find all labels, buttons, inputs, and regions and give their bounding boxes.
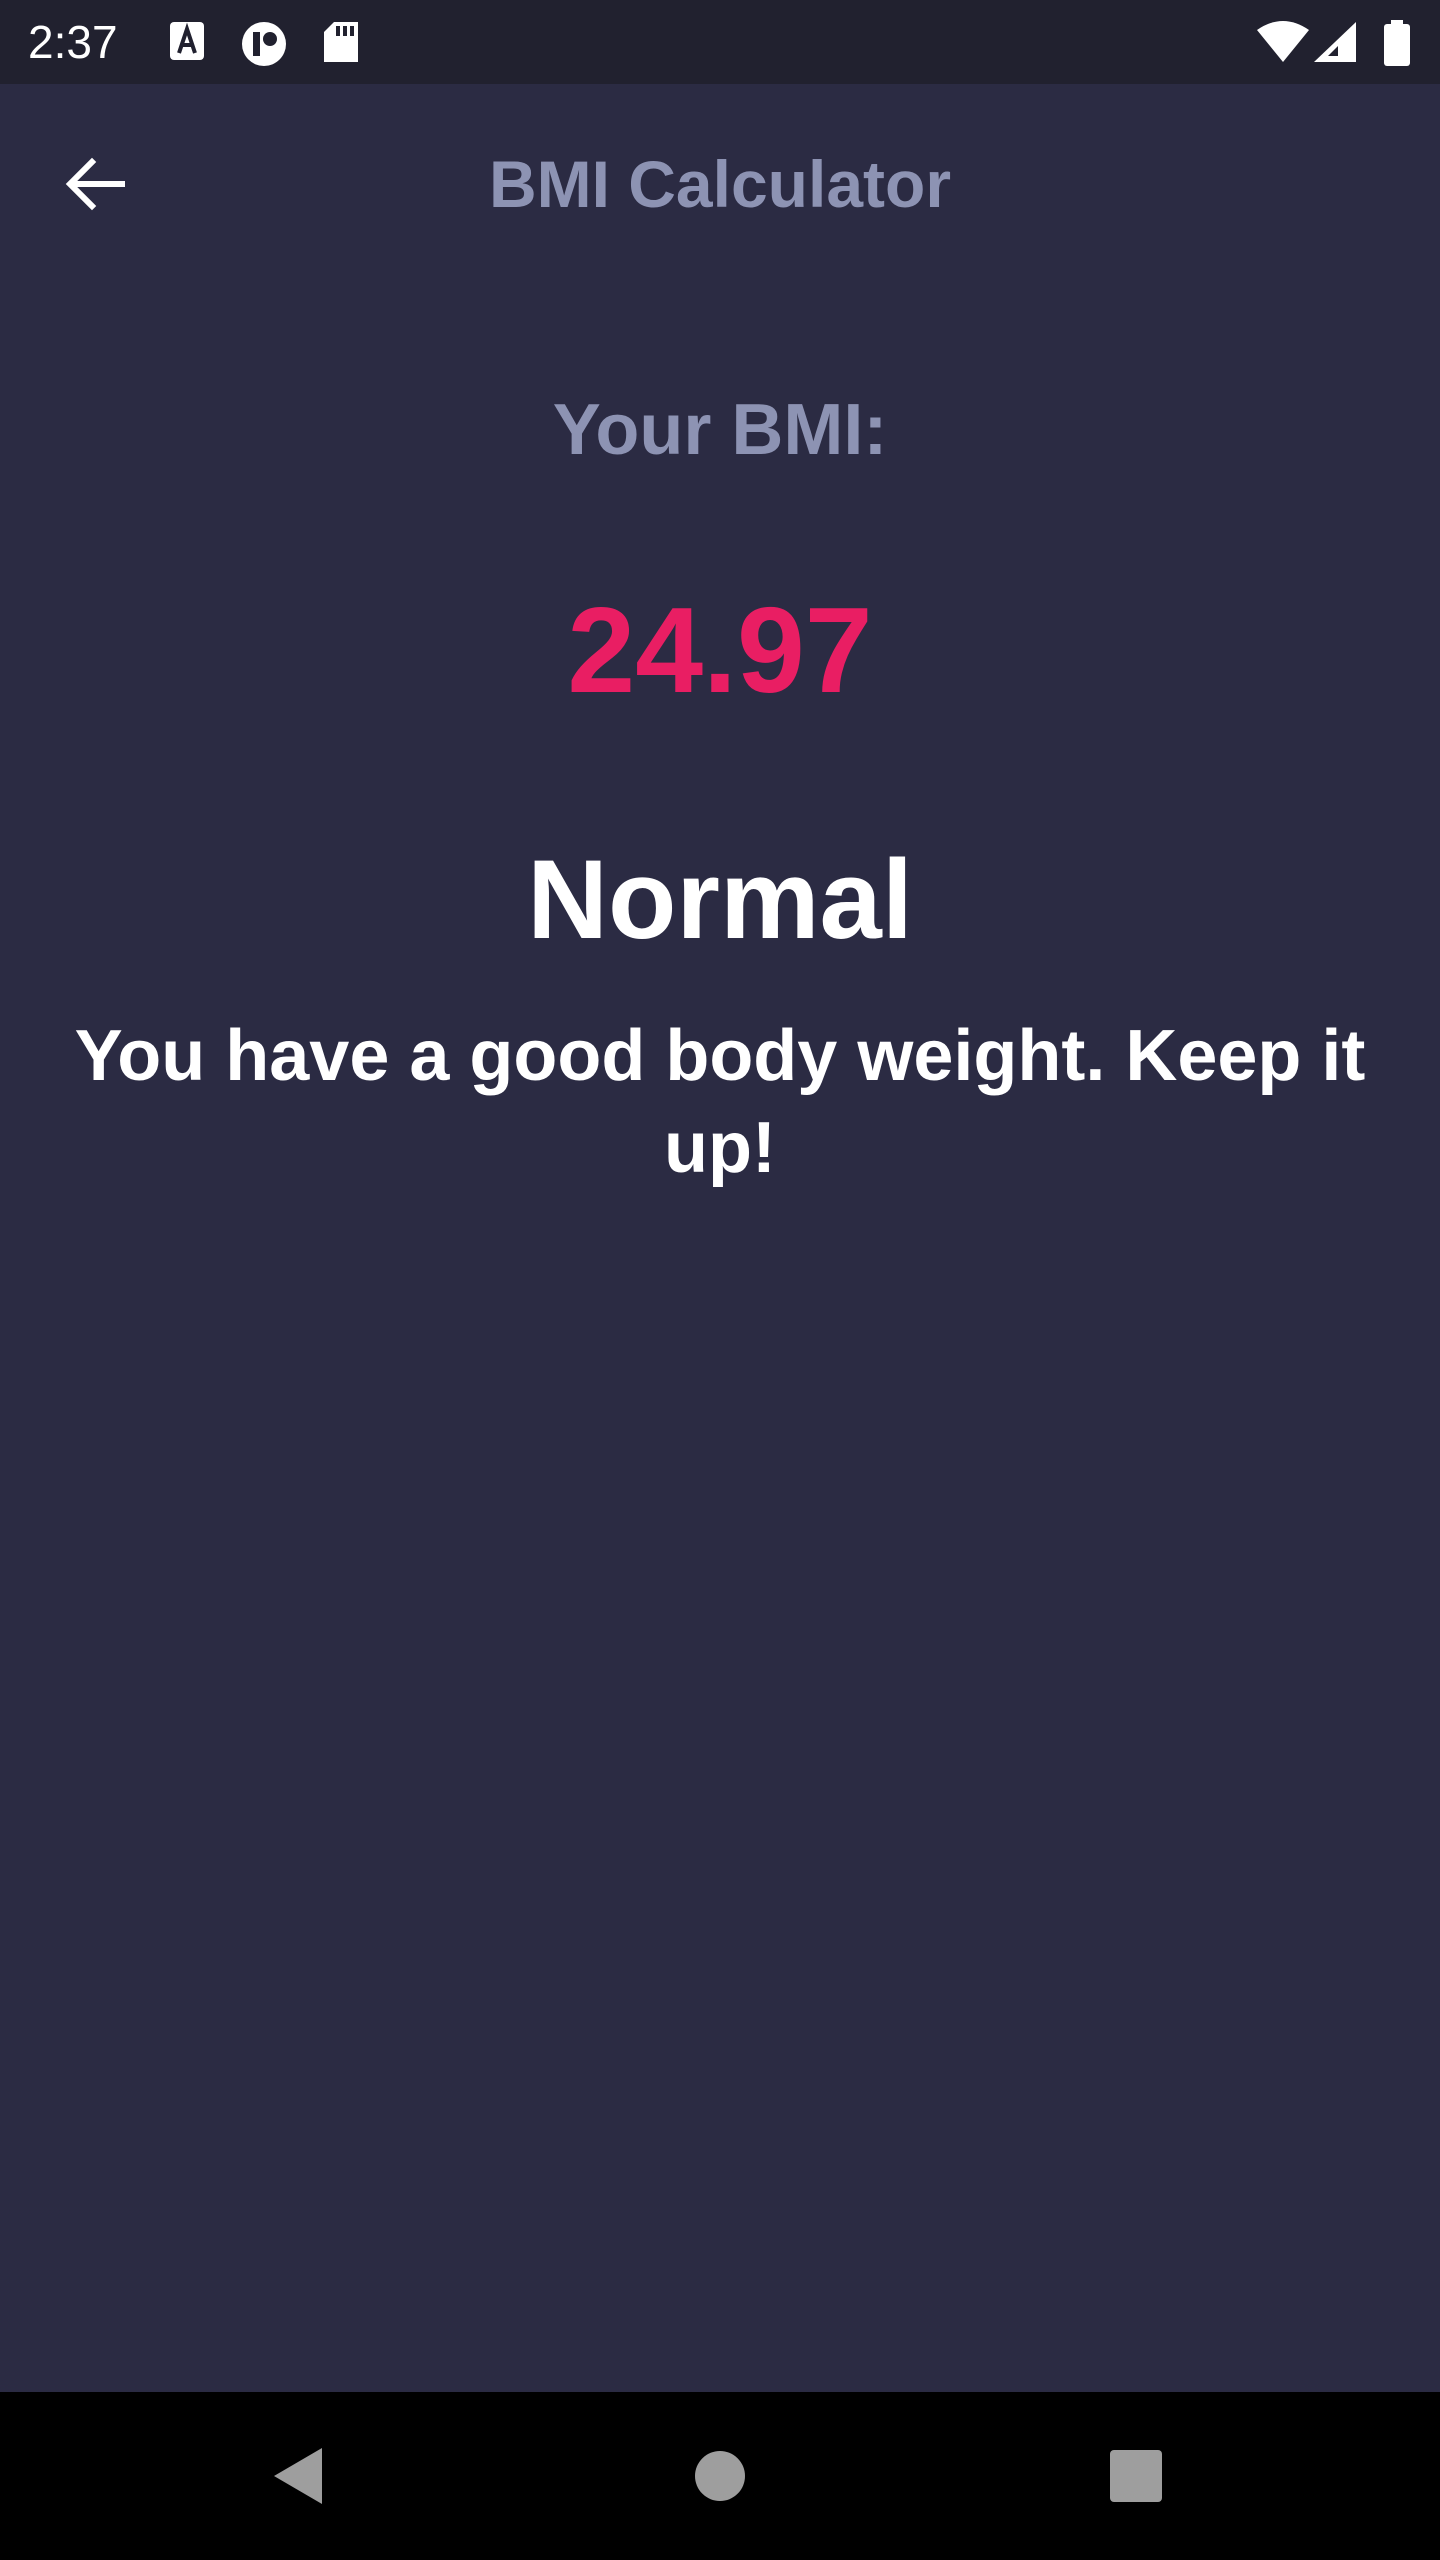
back-triangle-icon (274, 2448, 322, 2504)
battery-icon (1382, 20, 1412, 71)
bmi-advice: You have a good body weight. Keep it up! (74, 1016, 1366, 1188)
wifi-icon (1256, 20, 1310, 69)
page-title: BMI Calculator (488, 147, 952, 221)
app-bar: BMI Calculator (0, 84, 1440, 280)
recents-square-icon (1110, 2450, 1162, 2502)
circle-p-icon (240, 20, 292, 73)
status-time: 2:37 (28, 16, 118, 68)
nav-back-button[interactable] (246, 2422, 354, 2530)
home-circle-icon (695, 2451, 745, 2501)
nav-home-button[interactable] (666, 2422, 774, 2530)
bmi-category: Normal (527, 837, 913, 962)
sd-card-icon (322, 20, 362, 69)
text-a-icon (168, 20, 208, 69)
cell-signal-icon (1312, 20, 1360, 69)
result-label: Your BMI: (552, 390, 888, 470)
bmi-value: 24.97 (567, 582, 873, 718)
status-bar: 2:37 (0, 0, 1440, 84)
system-nav-bar (0, 2392, 1440, 2560)
nav-recents-button[interactable] (1082, 2422, 1190, 2530)
